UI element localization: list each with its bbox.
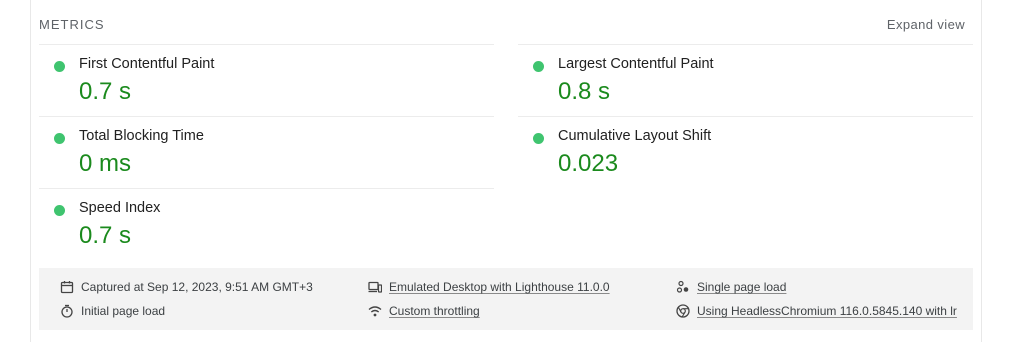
runtime-throttling-text[interactable]: Custom throttling (389, 304, 480, 318)
metric-speed-index: Speed Index 0.7 s (39, 188, 494, 260)
metric-value: 0.7 s (79, 222, 132, 249)
expand-view-button[interactable]: Expand view (887, 17, 965, 32)
stopwatch-icon (60, 304, 74, 318)
metric-label: Largest Contentful Paint (558, 56, 714, 72)
metric-value: 0 ms (79, 150, 132, 177)
metric-label: First Contentful Paint (79, 56, 215, 72)
wifi-icon (368, 304, 382, 318)
pass-status-icon (533, 61, 544, 72)
metric-label: Speed Index (79, 200, 161, 216)
metric-value: 0.8 s (558, 78, 611, 105)
pass-status-icon (54, 205, 65, 216)
metrics-section: METRICS Expand view First Contentful Pai… (30, 0, 982, 342)
metric-value: 0.023 (558, 150, 619, 177)
runtime-emulated[interactable]: Emulated Desktop with Lighthouse 11.0.0 (368, 280, 610, 294)
chromium-icon (676, 304, 690, 318)
runtime-settings: Captured at Sep 12, 2023, 9:51 AM GMT+3 … (39, 268, 973, 330)
pass-status-icon (54, 133, 65, 144)
metric-label: Total Blocking Time (79, 128, 204, 144)
runtime-captured-text: Captured at Sep 12, 2023, 9:51 AM GMT+3 (81, 280, 313, 294)
metric-cumulative-layout-shift: Cumulative Layout Shift 0.023 (518, 116, 973, 188)
runtime-throttling[interactable]: Custom throttling (368, 304, 480, 318)
runtime-initial-load: Initial page load (60, 304, 165, 318)
metric-largest-contentful-paint: Largest Contentful Paint 0.8 s (518, 44, 973, 116)
pass-status-icon (54, 61, 65, 72)
metric-value: 0.7 s (79, 78, 132, 105)
metric-total-blocking-time: Total Blocking Time 0 ms (39, 116, 494, 188)
runtime-single-load-text[interactable]: Single page load (697, 280, 786, 294)
devices-icon (368, 280, 382, 294)
metrics-header: METRICS Expand view (39, 17, 965, 35)
metric-label: Cumulative Layout Shift (558, 128, 712, 144)
section-title: METRICS (39, 17, 105, 32)
runtime-browser-text[interactable]: Using HeadlessChromium 116.0.5845.140 wi… (697, 304, 957, 318)
runtime-initial-load-text: Initial page load (81, 304, 166, 318)
runtime-emulated-text[interactable]: Emulated Desktop with Lighthouse 11.0.0 (389, 280, 610, 294)
runtime-browser[interactable]: Using HeadlessChromium 116.0.5845.140 wi… (676, 304, 957, 318)
runtime-captured: Captured at Sep 12, 2023, 9:51 AM GMT+3 (60, 280, 313, 294)
single-load-icon (676, 280, 690, 294)
runtime-single-load[interactable]: Single page load (676, 280, 786, 294)
metric-first-contentful-paint: First Contentful Paint 0.7 s (39, 44, 494, 116)
pass-status-icon (533, 133, 544, 144)
calendar-icon (60, 280, 74, 294)
